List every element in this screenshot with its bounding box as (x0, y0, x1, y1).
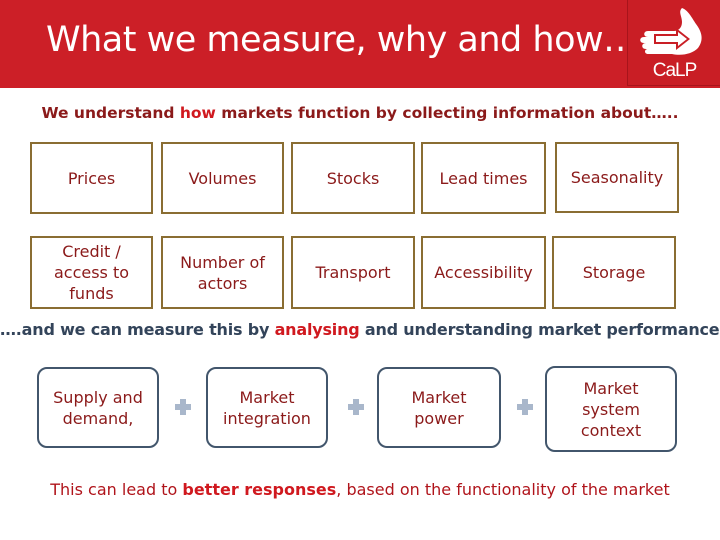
factor-label: Number of actors (180, 252, 265, 293)
conclusion-text-after: , based on the functionality of the mark… (336, 480, 670, 499)
measure-text-before: ….and we can measure this by (0, 320, 275, 339)
factor-label: Storage (582, 263, 646, 282)
measure-statement: ….and we can measure this by analysing a… (0, 320, 720, 339)
perf-market-integration: Market integration (206, 367, 328, 448)
conclusion-text-before: This can lead to (50, 480, 183, 499)
perf-supply-demand: Supply and demand, (37, 367, 159, 448)
logo-text: CaLP (652, 60, 698, 81)
hand-arrow-icon (640, 8, 702, 55)
factor-transport: Transport (291, 236, 415, 309)
plus-icon (517, 399, 533, 415)
factor-storage: Storage (552, 236, 676, 309)
plus-icon (175, 399, 191, 415)
title-banner: What we measure, why and how… CaLP (0, 0, 720, 88)
intro-text-after: markets function by collecting informati… (215, 104, 679, 122)
intro-highlight: how (179, 104, 216, 122)
measure-highlight: analysing (274, 320, 360, 339)
factor-label: Transport (315, 263, 391, 282)
calp-logo: CaLP (627, 0, 720, 86)
perf-label: Market system context (580, 378, 642, 440)
factor-volumes: Volumes (161, 142, 284, 214)
conclusion-statement: This can lead to better responses, based… (0, 480, 720, 499)
factor-number-of-actors: Number of actors (161, 236, 284, 309)
factor-lead-times: Lead times (421, 142, 546, 214)
factor-seasonality: Seasonality (555, 142, 679, 213)
measure-text-after: and understanding market performance: (359, 320, 720, 339)
factor-label: Accessibility (434, 263, 533, 282)
factor-prices: Prices (30, 142, 153, 214)
perf-label: Market integration (223, 387, 311, 428)
plus-icon (348, 399, 364, 415)
factor-label: Prices (67, 168, 116, 188)
perf-label: Supply and demand, (53, 387, 143, 428)
factor-accessibility: Accessibility (421, 236, 546, 309)
perf-label: Market power (411, 387, 467, 428)
factor-label: Credit / access to funds (53, 242, 130, 303)
factor-credit: Credit / access to funds (30, 236, 153, 309)
factor-label: Volumes (188, 168, 257, 188)
factor-label: Seasonality (570, 168, 664, 187)
factor-stocks: Stocks (291, 142, 415, 214)
perf-market-power: Market power (377, 367, 501, 448)
conclusion-bold: better responses (182, 480, 337, 499)
slide-title: What we measure, why and how… (46, 20, 638, 60)
factor-label: Lead times (439, 168, 528, 188)
factor-label: Stocks (326, 168, 380, 188)
intro-text-before: We understand (41, 104, 180, 122)
intro-statement: We understand how markets function by co… (0, 104, 720, 122)
perf-market-system-context: Market system context (545, 366, 677, 452)
